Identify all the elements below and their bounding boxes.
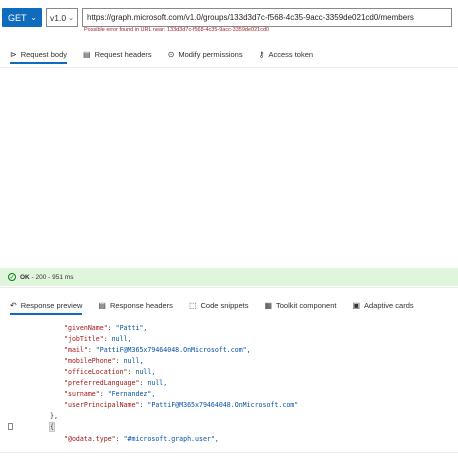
body-icon: ⊳	[10, 49, 17, 59]
tab-label: Access token	[268, 49, 314, 59]
divider	[0, 287, 458, 288]
tab-response-headers[interactable]: ▤ Response headers	[98, 295, 173, 315]
code-line: "surname": "Fernandez",	[64, 390, 156, 398]
response-preview-editor[interactable]: "givenName": "Patti", "jobTitle": null, …	[0, 320, 458, 450]
tab-label: Modify permissions	[178, 49, 243, 59]
chevron-down-icon: ⌄	[30, 13, 37, 22]
tab-code-snippets[interactable]: ⬚ Code snippets	[189, 295, 249, 315]
url-input[interactable]: https://graph.microsoft.com/v1.0/groups/…	[82, 8, 452, 27]
permissions-icon: ⊙	[167, 49, 175, 59]
status-bar: ✓ OK - 200 - 951 ms	[0, 268, 458, 286]
code-line: "officeLocation": null,	[64, 368, 156, 376]
tab-request-body[interactable]: ⊳ Request body	[10, 44, 67, 64]
request-tabs: ⊳ Request body ▤ Request headers ⊙ Modif…	[10, 44, 329, 64]
code-line: {	[49, 422, 55, 432]
tab-label: Response preview	[20, 300, 83, 310]
code-line: "givenName": "Patti",	[64, 324, 148, 332]
divider	[0, 452, 458, 453]
method-button[interactable]: GET ⌄	[2, 8, 42, 27]
version-label: v1.0	[50, 12, 67, 23]
code-line: "mobilePhone": null,	[64, 357, 144, 365]
tab-request-headers[interactable]: ▤ Request headers	[83, 44, 152, 64]
status-text: OK - 200 - 951 ms	[20, 274, 73, 281]
fold-marker-icon[interactable]	[8, 423, 13, 430]
tab-response-preview[interactable]: ↶ Response preview	[10, 295, 83, 315]
headers-icon: ▤	[98, 300, 106, 310]
code-line: "@odata.type": "#microsoft.graph.user",	[64, 435, 219, 443]
key-icon: ⚷	[258, 49, 265, 59]
reply-icon: ↶	[10, 300, 17, 310]
method-label: GET	[8, 12, 27, 23]
code-line: "mail": "PattiF@M365x79464048.OnMicrosof…	[64, 346, 251, 354]
tab-label: Adaptive cards	[364, 300, 414, 310]
response-tabs: ↶ Response preview ▤ Response headers ⬚ …	[10, 295, 430, 315]
headers-icon: ▤	[83, 49, 91, 59]
tab-label: Response headers	[109, 300, 173, 310]
check-circle-icon: ✓	[8, 273, 16, 281]
tab-label: Request headers	[94, 49, 152, 59]
tab-label: Request body	[20, 49, 67, 59]
code-icon: ⬚	[188, 300, 197, 310]
card-icon: ▣	[352, 300, 361, 310]
code-line: "userPrincipalName": "PattiF@M365x794640…	[64, 401, 299, 409]
status-ok: OK	[20, 273, 30, 281]
version-select[interactable]: v1.0 ⌄	[46, 8, 78, 27]
status-detail: - 200 - 951 ms	[29, 273, 74, 281]
toolkit-icon: ▦	[264, 300, 273, 310]
tab-access-token[interactable]: ⚷ Access token	[259, 44, 313, 64]
url-error-message: Possible error found in URL near: 133d3d…	[84, 27, 270, 33]
url-text: https://graph.microsoft.com/v1.0/groups/…	[87, 13, 414, 22]
tab-modify-permissions[interactable]: ⊙ Modify permissions	[168, 44, 243, 64]
tab-label: Toolkit component	[276, 300, 337, 310]
chevron-down-icon: ⌄	[68, 14, 74, 22]
code-line: },	[50, 412, 58, 420]
tab-label: Code snippets	[200, 300, 249, 310]
code-line: "preferredLanguage": null,	[64, 379, 168, 387]
tab-adaptive-cards[interactable]: ▣ Adaptive cards	[352, 295, 413, 315]
code-line: "jobTitle": null,	[64, 335, 132, 343]
tab-toolkit-component[interactable]: ▦ Toolkit component	[264, 295, 336, 315]
divider	[0, 67, 458, 68]
